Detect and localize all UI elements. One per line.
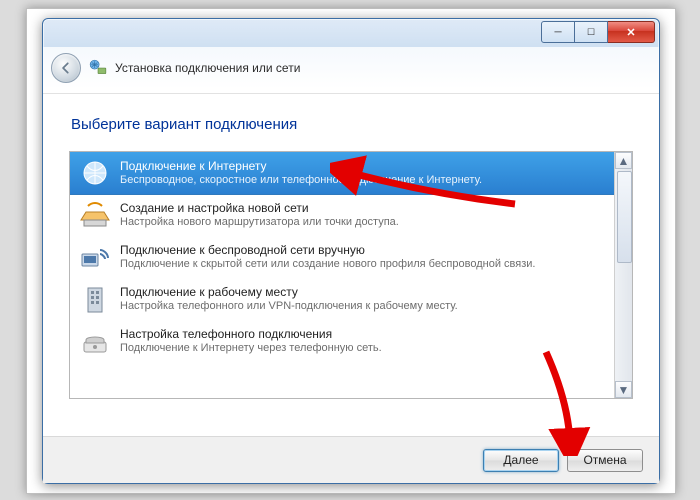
- scroll-thumb[interactable]: [617, 171, 632, 263]
- wifi-pc-icon: [78, 242, 112, 272]
- window-title: Установка подключения или сети: [115, 61, 300, 75]
- option-texts: Создание и настройка новой сетиНастройка…: [120, 200, 399, 228]
- scroll-up-button[interactable]: ▲: [615, 152, 632, 169]
- close-button[interactable]: ✕: [608, 21, 655, 43]
- globe-icon: [78, 158, 112, 188]
- option-subtitle: Настройка телефонного или VPN-подключени…: [120, 300, 458, 312]
- next-button[interactable]: Далее: [483, 449, 559, 472]
- wizard-body: Выберите вариант подключения Подключение…: [43, 94, 659, 399]
- minimize-button[interactable]: ─: [541, 21, 575, 43]
- phone-icon: [78, 326, 112, 356]
- building-icon: [78, 284, 112, 314]
- titlebar: ─ ☐ ✕: [43, 19, 659, 47]
- option-building[interactable]: Подключение к рабочему местуНастройка те…: [70, 278, 614, 320]
- option-subtitle: Подключение к скрытой сети или создание …: [120, 258, 535, 270]
- option-texts: Подключение к ИнтернетуБеспроводное, ско…: [120, 158, 482, 186]
- scrollbar[interactable]: ▲ ▼: [614, 152, 632, 398]
- option-texts: Подключение к беспроводной сети вручнуюП…: [120, 242, 535, 270]
- option-title: Подключение к беспроводной сети вручную: [120, 243, 535, 257]
- option-title: Настройка телефонного подключения: [120, 327, 382, 341]
- cancel-button[interactable]: Отмена: [567, 449, 643, 472]
- page-title: Выберите вариант подключения: [71, 116, 633, 133]
- options-panel: Подключение к ИнтернетуБеспроводное, ско…: [69, 151, 633, 399]
- options-list: Подключение к ИнтернетуБеспроводное, ско…: [70, 152, 614, 398]
- option-wifi-pc[interactable]: Подключение к беспроводной сети вручнуюП…: [70, 236, 614, 278]
- option-router[interactable]: Создание и настройка новой сетиНастройка…: [70, 194, 614, 236]
- router-icon: [78, 200, 112, 230]
- wizard-footer: Далее Отмена: [43, 436, 659, 483]
- option-title: Подключение к рабочему месту: [120, 285, 458, 299]
- maximize-button[interactable]: ☐: [575, 21, 608, 43]
- option-subtitle: Настройка нового маршрутизатора или точк…: [120, 216, 399, 228]
- option-subtitle: Подключение к Интернету через телефонную…: [120, 342, 382, 354]
- caption-buttons: ─ ☐ ✕: [541, 21, 655, 43]
- wizard-window: ─ ☐ ✕ Установка подключения или сети Выб…: [42, 18, 660, 484]
- option-subtitle: Беспроводное, скоростное или телефонное …: [120, 174, 482, 186]
- scroll-down-button[interactable]: ▼: [615, 381, 632, 398]
- wizard-header: Установка подключения или сети: [43, 47, 659, 94]
- network-setup-icon: [89, 59, 107, 77]
- option-title: Создание и настройка новой сети: [120, 201, 399, 215]
- back-arrow-icon: [59, 61, 73, 75]
- option-texts: Настройка телефонного подключенияПодключ…: [120, 326, 382, 354]
- back-button[interactable]: [51, 53, 81, 83]
- option-phone[interactable]: Настройка телефонного подключенияПодключ…: [70, 320, 614, 362]
- option-texts: Подключение к рабочему местуНастройка те…: [120, 284, 458, 312]
- option-title: Подключение к Интернету: [120, 159, 482, 173]
- option-globe[interactable]: Подключение к ИнтернетуБеспроводное, ско…: [70, 152, 614, 195]
